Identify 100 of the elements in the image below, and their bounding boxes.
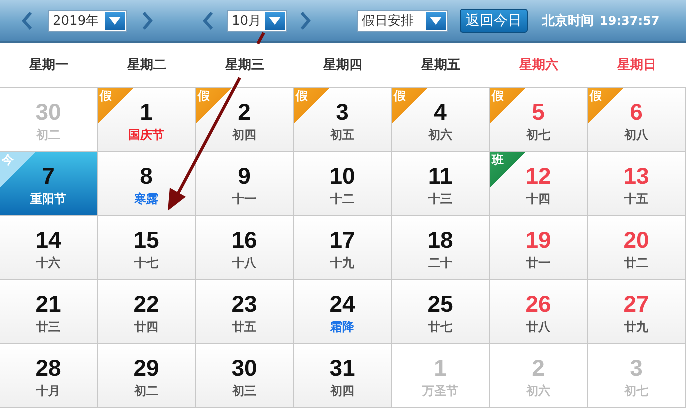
view-mode-select[interactable]: 假日安排 <box>357 10 448 32</box>
lunar-date: 廿八 <box>526 318 550 334</box>
lunar-date: 廿一 <box>526 254 550 270</box>
day-cell[interactable]: 19 廿一 <box>490 216 588 280</box>
day-cell[interactable]: 8 寒露 <box>98 152 196 216</box>
day-cell[interactable]: 20 廿二 <box>588 216 686 280</box>
day-cell[interactable]: 26 廿八 <box>490 280 588 344</box>
day-badge: 假 <box>294 88 330 124</box>
day-cell[interactable]: 假 1 国庆节 <box>98 88 196 152</box>
lunar-date: 初四 <box>330 382 354 398</box>
lunar-date: 十一 <box>232 190 256 206</box>
year-select[interactable]: 2019年 <box>48 10 127 32</box>
lunar-date: 十月 <box>36 382 60 398</box>
day-number: 26 <box>526 290 552 318</box>
day-number: 20 <box>624 226 650 254</box>
day-cell[interactable]: 18 二十 <box>392 216 490 280</box>
lunar-date: 廿三 <box>36 318 60 334</box>
lunar-date: 廿二 <box>624 254 648 270</box>
day-cell[interactable]: 21 廿三 <box>0 280 98 344</box>
day-number: 1 <box>434 354 447 382</box>
lunar-date: 寒露 <box>134 190 158 206</box>
day-number: 5 <box>532 98 545 126</box>
lunar-date: 十六 <box>36 254 60 270</box>
day-number: 2 <box>238 98 251 126</box>
clock-label: 北京时间 <box>542 12 594 30</box>
day-number: 7 <box>42 162 55 190</box>
day-number: 11 <box>428 162 453 190</box>
lunar-date: 十五 <box>624 190 648 206</box>
day-number: 30 <box>232 354 258 382</box>
chevron-right-icon <box>142 10 154 30</box>
day-number: 27 <box>624 290 650 318</box>
day-cell[interactable]: 班 12 十四 <box>490 152 588 216</box>
day-number: 22 <box>134 290 160 318</box>
day-cell[interactable]: 17 十九 <box>294 216 392 280</box>
day-number: 24 <box>330 290 356 318</box>
day-number: 10 <box>330 162 356 190</box>
lunar-date: 十八 <box>232 254 256 270</box>
day-cell[interactable]: 9 十一 <box>196 152 294 216</box>
day-cell[interactable]: 23 廿五 <box>196 280 294 344</box>
day-cell[interactable]: 假 6 初八 <box>588 88 686 152</box>
lunar-date: 十二 <box>330 190 354 206</box>
day-number: 14 <box>36 226 62 254</box>
day-cell[interactable]: 10 十二 <box>294 152 392 216</box>
day-badge: 假 <box>588 88 624 124</box>
day-number: 28 <box>36 354 62 382</box>
day-cell[interactable]: 16 十八 <box>196 216 294 280</box>
lunar-date: 初三 <box>232 382 256 398</box>
day-number: 3 <box>630 354 643 382</box>
day-number: 8 <box>140 162 153 190</box>
chevron-left-icon <box>202 10 214 30</box>
day-badge: 班 <box>490 152 526 188</box>
lunar-date: 万圣节 <box>422 382 458 398</box>
day-cell[interactable]: 31 初四 <box>294 344 392 408</box>
day-number: 1 <box>140 98 153 126</box>
lunar-date: 十七 <box>134 254 158 270</box>
return-today-button[interactable]: 返回今日 <box>460 8 528 32</box>
day-cell[interactable]: 假 4 初六 <box>392 88 490 152</box>
day-cell[interactable]: 30 初三 <box>196 344 294 408</box>
lunar-date: 二十 <box>428 254 452 270</box>
lunar-date: 十四 <box>526 190 550 206</box>
day-cell[interactable]: 15 十七 <box>98 216 196 280</box>
day-number: 19 <box>526 226 552 254</box>
day-cell[interactable]: 假 2 初四 <box>196 88 294 152</box>
day-number: 31 <box>330 354 356 382</box>
lunar-date: 初六 <box>526 382 550 398</box>
day-cell[interactable]: 27 廿九 <box>588 280 686 344</box>
day-number: 3 <box>336 98 349 126</box>
lunar-date: 初四 <box>232 126 256 142</box>
day-number: 17 <box>330 226 356 254</box>
lunar-date: 初八 <box>624 126 648 142</box>
lunar-date: 初七 <box>624 382 648 398</box>
day-cell[interactable]: 假 5 初七 <box>490 88 588 152</box>
lunar-date: 初二 <box>134 382 158 398</box>
day-number: 18 <box>428 226 454 254</box>
day-number: 12 <box>526 162 552 190</box>
day-cell[interactable]: 25 廿七 <box>392 280 490 344</box>
day-cell[interactable]: 13 十五 <box>588 152 686 216</box>
day-number: 13 <box>624 162 650 190</box>
chevron-right-icon <box>300 10 312 30</box>
lunar-date: 廿五 <box>232 318 256 334</box>
day-badge: 假 <box>196 88 232 124</box>
day-cell[interactable]: 假 3 初五 <box>294 88 392 152</box>
day-cell[interactable]: 29 初二 <box>98 344 196 408</box>
day-badge: 假 <box>392 88 428 124</box>
day-cell[interactable]: 今 7 重阳节 <box>0 152 98 216</box>
day-number: 15 <box>134 226 160 254</box>
lunar-date: 初五 <box>330 126 354 142</box>
month-select[interactable]: 10月 <box>227 10 287 32</box>
day-cell[interactable]: 24 霜降 <box>294 280 392 344</box>
clock-time: 19:37:57 <box>600 14 660 28</box>
day-number: 4 <box>434 98 447 126</box>
day-cell[interactable]: 22 廿四 <box>98 280 196 344</box>
lunar-date: 廿四 <box>134 318 158 334</box>
day-number: 29 <box>134 354 160 382</box>
lunar-date: 重阳节 <box>30 190 66 206</box>
day-number: 16 <box>232 226 258 254</box>
lunar-date: 十三 <box>428 190 452 206</box>
day-cell[interactable]: 11 十三 <box>392 152 490 216</box>
day-cell[interactable]: 14 十六 <box>0 216 98 280</box>
day-cell[interactable]: 28 十月 <box>0 344 98 408</box>
